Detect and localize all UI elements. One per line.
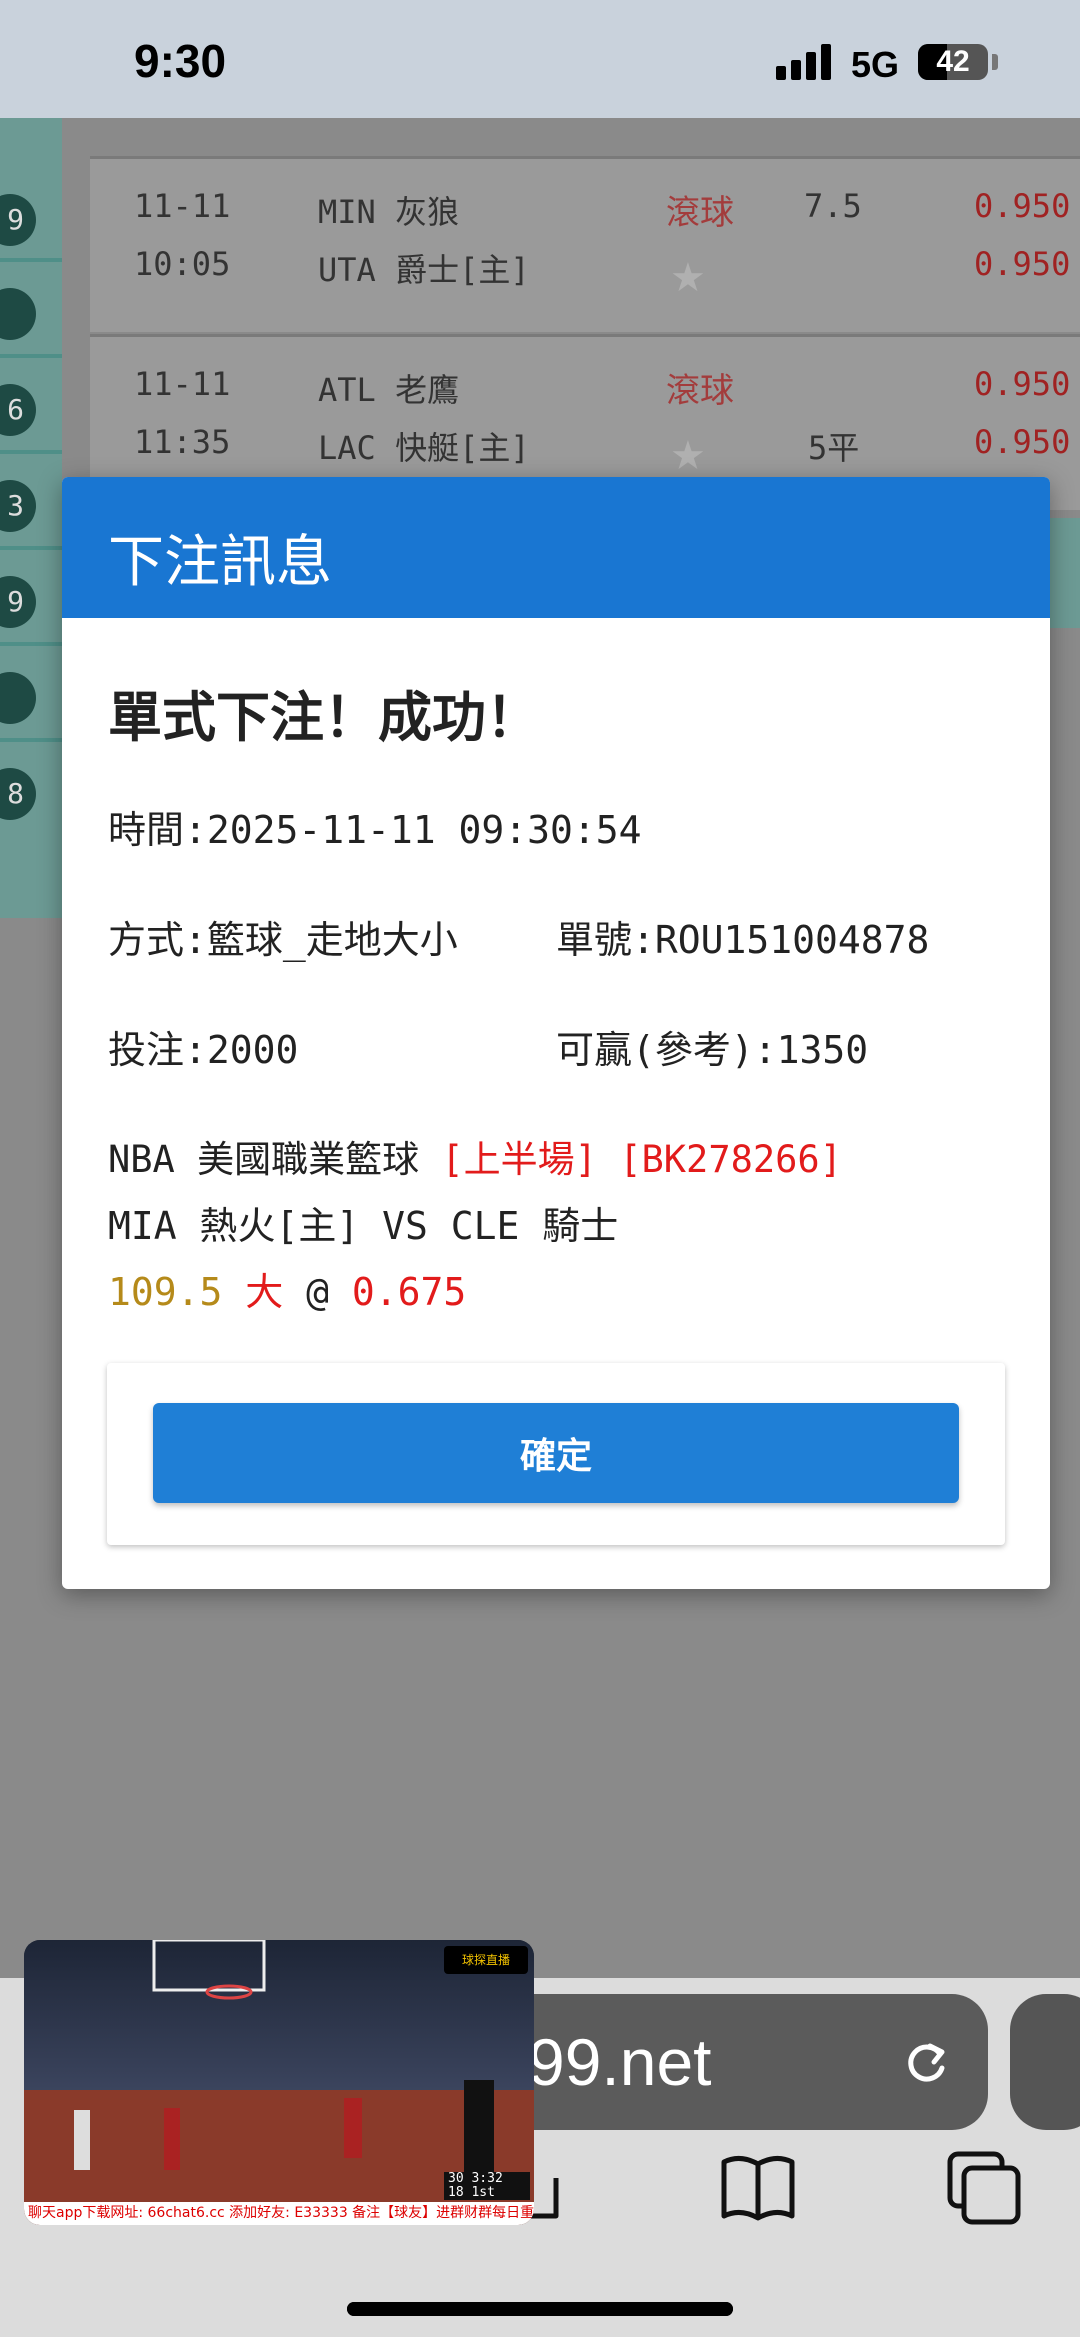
selection: 大 <box>222 1270 284 1314</box>
pip-video[interactable]: 球探直播 30 3:32 18 1st 聊天app下载网址: 66chat6.c… <box>24 1940 534 2225</box>
next-tab-pill[interactable] <box>1010 1994 1080 2130</box>
divider <box>0 738 62 742</box>
broadcast-logo: 球探直播 <box>444 1946 528 1974</box>
ticket-number: 單號:ROU151004878 <box>556 918 930 962</box>
side-badge[interactable] <box>0 288 36 340</box>
home-indicator-bar <box>347 2302 733 2316</box>
game-period: 1st <box>471 2185 495 2200</box>
divider <box>0 642 62 646</box>
live-label: 滾球 <box>666 371 734 411</box>
stake-amount: 投注:2000 <box>108 1028 299 1072</box>
odds-value[interactable]: 0.950 <box>974 245 1070 283</box>
side-badge[interactable]: 8 <box>0 768 36 820</box>
away-team: ATL 老鷹 <box>318 371 460 409</box>
odds-value[interactable]: 0.950 <box>974 365 1070 403</box>
video-ticker: 聊天app下载网址: 66chat6.cc 添加好友: E33333 备注【球友… <box>24 2202 534 2225</box>
game-clock: 3:32 <box>471 2171 503 2186</box>
home-team: UTA 爵士[主] <box>318 251 530 289</box>
live-label: 滾球 <box>666 193 734 233</box>
match-time: 11:35 <box>134 423 231 461</box>
score-home: 30 <box>448 2171 464 2186</box>
side-badge[interactable] <box>0 672 36 724</box>
success-message: 單式下注！成功！ <box>108 686 540 749</box>
divider <box>0 450 62 454</box>
status-time: 9:30 <box>134 35 227 87</box>
side-badge[interactable]: 9 <box>0 576 36 628</box>
bet-time: 時間:2025-11-11 09:30:54 <box>108 808 642 852</box>
odds-value[interactable]: 0.950 <box>974 187 1070 225</box>
bookmarks-icon[interactable] <box>718 2148 798 2228</box>
modal-title: 下注訊息 <box>108 530 332 595</box>
battery-icon: 42 <box>918 44 988 80</box>
matchup: MIA 熱火[主] VS CLE 騎士 <box>108 1204 619 1248</box>
home-team: LAC 快艇[主] <box>318 429 530 467</box>
match-date: 11-11 <box>134 365 231 403</box>
signal-icon <box>776 44 836 80</box>
side-badge[interactable]: 3 <box>0 480 36 532</box>
divider <box>0 258 62 262</box>
total-line: 109.5 <box>108 1270 223 1314</box>
confirm-card: 確定 <box>107 1363 1005 1545</box>
bet-method: 方式:籃球_走地大小 <box>108 918 458 962</box>
tabs-icon[interactable] <box>944 2148 1024 2228</box>
odds-value[interactable]: 0.950 <box>974 423 1070 461</box>
away-team: MIN 灰狼 <box>318 193 460 231</box>
side-badge[interactable]: 9 <box>0 194 36 246</box>
match-row[interactable]: 11-11 10:05 MIN 灰狼 UTA 爵士[主] 滾球 ★ 7.5 0.… <box>90 156 1080 332</box>
side-badge[interactable]: 6 <box>0 384 36 436</box>
star-icon[interactable]: ★ <box>670 433 706 479</box>
modal-header: 下注訊息 <box>62 477 1050 618</box>
side-rail: 9 6 3 9 8 <box>0 118 62 918</box>
status-bar: 9:30 5G 42 <box>0 0 1080 118</box>
star-icon[interactable]: ★ <box>670 255 706 301</box>
selection-line: 109.5 大 @ 0.675 <box>108 1261 466 1316</box>
confirm-button[interactable]: 確定 <box>153 1403 959 1503</box>
url-text[interactable]: 99.net <box>528 2024 712 2100</box>
line-value: 5平 <box>808 429 860 467</box>
battery-level: 42 <box>936 45 970 78</box>
bet-info-modal: 下注訊息 單式下注！成功！ 時間:2025-11-11 09:30:54 方式:… <box>62 477 1050 1589</box>
potential-win: 可贏(參考):1350 <box>556 1028 869 1072</box>
match-time: 10:05 <box>134 245 231 283</box>
battery-tip <box>992 54 998 70</box>
line-value: 7.5 <box>804 187 862 225</box>
league-name: NBA 美國職業籃球 <box>108 1138 442 1181</box>
network-label: 5G <box>851 44 900 85</box>
divider <box>0 354 62 358</box>
period-label: [上半場] <box>441 1138 597 1181</box>
odds: 0.675 <box>351 1270 467 1314</box>
game-code: [BK278266] <box>596 1138 842 1181</box>
reload-icon[interactable] <box>900 2036 952 2088</box>
scoreboard: 30 3:32 18 1st <box>444 2172 530 2200</box>
score-away: 18 <box>448 2185 464 2200</box>
match-date: 11-11 <box>134 187 231 225</box>
divider <box>0 546 62 550</box>
at-symbol: @ <box>283 1270 352 1314</box>
league-line: NBA 美國職業籃球 [上半場] [BK278266] <box>108 1129 842 1183</box>
